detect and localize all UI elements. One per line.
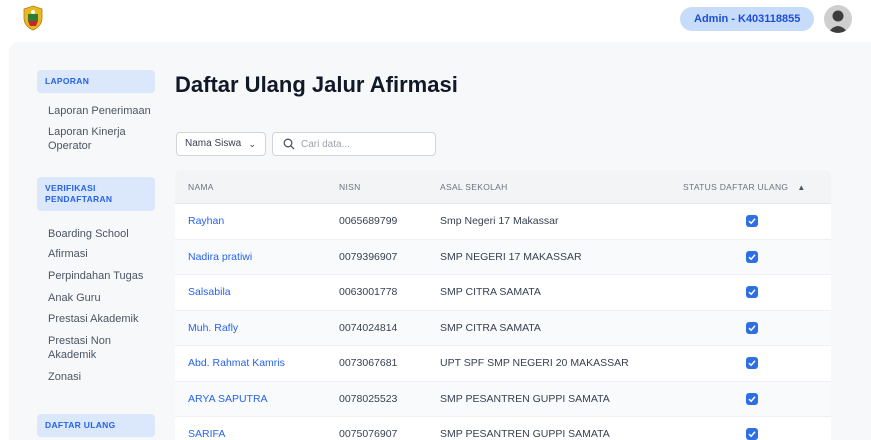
sidebar-item-perpindahan-tugas[interactable]: Perpindahan Tugas [48, 269, 163, 283]
search-box[interactable] [272, 132, 436, 156]
school-cell: SMP CITRA SAMATA [440, 321, 541, 334]
sidebar-item-zonasi[interactable]: Zonasi [48, 370, 163, 384]
student-name-link[interactable]: Salsabila [188, 275, 231, 310]
school-cell: SMP PESANTREN GUPPI SAMATA [440, 392, 610, 405]
school-cell: SMP NEGERI 17 MAKASSAR [440, 250, 582, 263]
status-checkbox[interactable] [746, 250, 758, 263]
column-header-status-label: STATUS DAFTAR ULANG [683, 182, 789, 192]
chevron-down-icon: ⌄ [248, 139, 256, 149]
admin-badge[interactable]: Admin - K403118855 [680, 7, 815, 31]
table-row: SARIFA 0075076907 SMP PESANTREN GUPPI SA… [175, 417, 831, 440]
table-row: Abd. Rahmat Kamris 0073067681 UPT SPF SM… [175, 346, 831, 382]
status-checkbox[interactable] [746, 392, 758, 405]
student-name-link[interactable]: ARYA SAPUTRA [188, 382, 268, 417]
sort-icon[interactable]: ▲︎ [797, 171, 805, 205]
content-area: LAPORAN Laporan Penerimaan Laporan Kiner… [9, 42, 871, 440]
logo [23, 5, 43, 31]
main-panel: Daftar Ulang Jalur Afirmasi Nama Siswa ⌄… [175, 42, 871, 440]
nisn-cell: 0063001778 [339, 286, 398, 298]
table-header: NAMA NISN ASAL SEKOLAH STATUS DAFTAR ULA… [175, 170, 831, 204]
nisn-cell: 0075076907 [339, 428, 398, 440]
sidebar-section-daftar-ulang: DAFTAR ULANG [37, 414, 155, 437]
filter-select-value: Nama Siswa [185, 138, 242, 149]
search-icon [283, 138, 295, 150]
sidebar-item-anak-guru[interactable]: Anak Guru [48, 291, 163, 305]
table-row: Rayhan 0065689799 Smp Negeri 17 Makassar [175, 204, 831, 240]
sidebar-item-boarding-school[interactable]: Boarding School [48, 227, 163, 241]
student-name-link[interactable]: SARIFA [188, 417, 225, 440]
status-checkbox[interactable] [746, 428, 758, 440]
student-name-link[interactable]: Nadira pratiwi [188, 240, 252, 275]
nisn-cell: 0079396907 [339, 250, 398, 263]
school-cell: Smp Negeri 17 Makassar [440, 215, 559, 227]
sidebar-item-prestasi-non-akademik[interactable]: Prestasi Non Akademik [48, 334, 138, 362]
student-name-link[interactable]: Rayhan [188, 204, 224, 239]
table-row: Nadira pratiwi 0079396907 SMP NEGERI 17 … [175, 239, 831, 275]
nisn-cell: 0074024814 [339, 321, 398, 334]
column-header-asal-sekolah[interactable]: ASAL SEKOLAH [440, 170, 508, 204]
top-bar: Admin - K403118855 [0, 0, 871, 38]
status-checkbox[interactable] [746, 321, 758, 334]
student-name-link[interactable]: Abd. Rahmat Kamris [188, 346, 285, 381]
column-header-nama[interactable]: NAMA [188, 170, 214, 204]
sidebar-section-laporan: LAPORAN [37, 70, 155, 93]
sidebar: LAPORAN Laporan Penerimaan Laporan Kiner… [9, 42, 169, 440]
nisn-cell: 0078025523 [339, 392, 398, 405]
sidebar-item-laporan-penerimaan[interactable]: Laporan Penerimaan [48, 104, 163, 118]
table-row: Muh. Rafly 0074024814 SMP CITRA SAMATA [175, 310, 831, 346]
status-checkbox[interactable] [746, 286, 758, 298]
student-name-link[interactable]: Muh. Rafly [188, 311, 238, 346]
sidebar-item-prestasi-akademik[interactable]: Prestasi Akademik [48, 312, 163, 326]
avatar[interactable] [824, 5, 852, 33]
school-cell: SMP PESANTREN GUPPI SAMATA [440, 428, 610, 440]
status-checkbox[interactable] [746, 357, 758, 369]
school-cell: UPT SPF SMP NEGERI 20 MAKASSAR [440, 357, 629, 369]
filter-select[interactable]: Nama Siswa ⌄ [176, 132, 266, 156]
column-header-nisn[interactable]: NISN [339, 170, 361, 204]
status-checkbox[interactable] [746, 215, 758, 227]
data-table: NAMA NISN ASAL SEKOLAH STATUS DAFTAR ULA… [175, 170, 831, 440]
sidebar-item-laporan-kinerja-operator[interactable]: Laporan Kinerja Operator [48, 125, 163, 153]
school-cell: SMP CITRA SAMATA [440, 286, 541, 298]
table-row: Salsabila 0063001778 SMP CITRA SAMATA [175, 275, 831, 311]
search-input[interactable] [301, 136, 429, 153]
nisn-cell: 0073067681 [339, 357, 398, 369]
table-row: ARYA SAPUTRA 0078025523 SMP PESANTREN GU… [175, 381, 831, 417]
sidebar-item-afirmasi[interactable]: Afirmasi [48, 247, 163, 261]
nisn-cell: 0065689799 [339, 215, 398, 227]
page-title: Daftar Ulang Jalur Afirmasi [175, 72, 458, 97]
column-header-status[interactable]: STATUS DAFTAR ULANG ▲︎ [683, 170, 806, 205]
sidebar-section-verifikasi: VERIFIKASI PENDAFTARAN [37, 177, 155, 211]
